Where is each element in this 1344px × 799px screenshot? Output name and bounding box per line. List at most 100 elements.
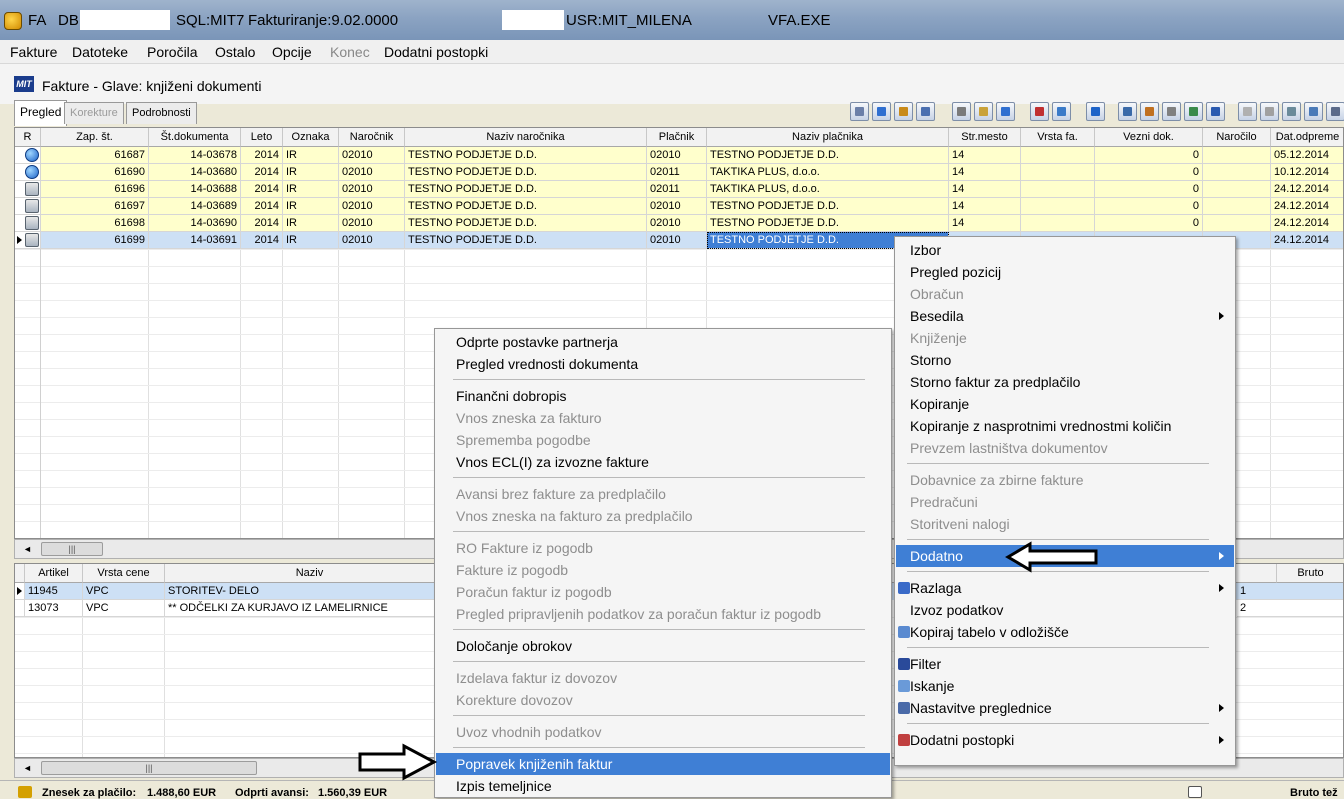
column-header[interactable]: Vrsta fa. <box>1021 128 1095 147</box>
menu-item-storitveni-nalogi[interactable]: Storitveni nalogi <box>896 513 1234 535</box>
transfer-icon[interactable] <box>1052 102 1071 121</box>
menu-item-predra-uni[interactable]: Predračuni <box>896 491 1234 513</box>
menu-item-pregled-vrednosti-dokumenta[interactable]: Pregled vrednosti dokumenta <box>436 353 890 375</box>
menu-item-filter[interactable]: Filter <box>896 653 1234 675</box>
menu-konec[interactable]: Konec <box>330 44 370 60</box>
scroll-left-icon[interactable]: ◄ <box>23 544 32 554</box>
menu-item-besedila[interactable]: Besedila <box>896 305 1234 327</box>
menu-item-uvoz-vhodnih-podatkov[interactable]: Uvoz vhodnih podatkov <box>436 721 890 743</box>
column-header[interactable] <box>15 564 25 583</box>
menu-item-dobavnice-za-zbirne-fakture[interactable]: Dobavnice za zbirne fakture <box>896 469 1234 491</box>
column-header[interactable]: Dat.odpreme <box>1271 128 1343 147</box>
menu-datoteke[interactable]: Datoteke <box>72 44 128 60</box>
columns-icon[interactable] <box>894 102 913 121</box>
column-header[interactable]: Naročnik <box>339 128 405 147</box>
blank-page-icon[interactable] <box>1238 102 1257 121</box>
menu-item-vnos-zneska-za-fakturo[interactable]: Vnos zneska za fakturo <box>436 407 890 429</box>
menu-dodatni-postopki[interactable]: Dodatni postopki <box>384 44 488 60</box>
column-header[interactable]: Str.mesto <box>949 128 1021 147</box>
ie-icon[interactable] <box>1086 102 1105 121</box>
folder-icon[interactable] <box>1260 102 1279 121</box>
menu-item-avansi-brez-fakture-za-predpla-ilo[interactable]: Avansi brez fakture za predplačilo <box>436 483 890 505</box>
column-header[interactable]: Oznaka <box>283 128 339 147</box>
column-header[interactable]: Naziv plačnika <box>707 128 949 147</box>
tab-korekture[interactable]: Korekture <box>64 102 124 124</box>
menu-item-finan-ni-dobropis[interactable]: Finančni dobropis <box>436 385 890 407</box>
table-row[interactable]: 61687 14-03678 2014 IR 02010 TESTNO PODJETJE … <box>15 147 1343 164</box>
menu-porocila[interactable]: Poročila <box>147 44 198 60</box>
column-header[interactable]: Zap. št. <box>41 128 149 147</box>
menu-item-vnos-ecl-i-za-izvozne-fakture[interactable]: Vnos ECL(I) za izvozne fakture <box>436 451 890 473</box>
column-header[interactable]: Leto <box>241 128 283 147</box>
scroll-thumb[interactable]: ||| <box>41 542 103 556</box>
menu-item-dolo-anje-obrokov[interactable]: Določanje obrokov <box>436 635 890 657</box>
refresh-icon[interactable] <box>872 102 891 121</box>
menu-item-odprte-postavke-partnerja[interactable]: Odprte postavke partnerja <box>436 331 890 353</box>
column-header[interactable]: Artikel <box>25 564 83 583</box>
column-header[interactable]: Št.dokumenta <box>149 128 241 147</box>
column-header[interactable]: Naročilo <box>1203 128 1271 147</box>
page-icon[interactable] <box>850 102 869 121</box>
menu-item-label: Izdelava faktur iz dovozov <box>456 670 618 686</box>
table-row[interactable]: 61696 14-03688 2014 IR 02010 TESTNO PODJETJE … <box>15 181 1343 198</box>
table-icon[interactable] <box>1140 102 1159 121</box>
list-icon[interactable] <box>916 102 935 121</box>
menu-item-dodatni-postopki[interactable]: Dodatni postopki <box>896 729 1234 751</box>
column-header[interactable]: Bruto <box>1277 564 1343 583</box>
app-icon[interactable] <box>4 12 22 30</box>
menu-item-prevzem-lastni-tva-dokumentov[interactable]: Prevzem lastništva dokumentov <box>896 437 1234 459</box>
menu-item-korekture-dovozov[interactable]: Korekture dovozov <box>436 689 890 711</box>
column-header[interactable]: Plačnik <box>647 128 707 147</box>
menu-item-knji-enje[interactable]: Knjiženje <box>896 327 1234 349</box>
tab-podrobnosti[interactable]: Podrobnosti <box>126 102 197 124</box>
menu-item-iskanje[interactable]: Iskanje <box>896 675 1234 697</box>
table-row[interactable]: 61697 14-03689 2014 IR 02010 TESTNO PODJETJE … <box>15 198 1343 215</box>
search-icon[interactable] <box>1304 102 1323 121</box>
column-header[interactable]: R <box>15 128 41 147</box>
column-header[interactable]: Naziv naročnika <box>405 128 647 147</box>
help-icon[interactable] <box>1206 102 1225 121</box>
menu-item-kopiranje[interactable]: Kopiranje <box>896 393 1234 415</box>
menu-item-nastavitve-preglednice[interactable]: Nastavitve preglednice <box>896 697 1234 719</box>
column-header[interactable]: Vrsta cene <box>83 564 165 583</box>
menu-ostalo[interactable]: Ostalo <box>215 44 255 60</box>
menu-item-kopiraj-tabelo-v-odlo-i-e[interactable]: Kopiraj tabelo v odložišče <box>896 621 1234 643</box>
menu-item-storno-faktur-za-predpla-ilo[interactable]: Storno faktur za predplačilo <box>896 371 1234 393</box>
window-icon[interactable] <box>1118 102 1137 121</box>
calculator-icon[interactable] <box>1326 102 1344 121</box>
menu-item-vnos-zneska-na-fakturo-za-predpla-ilo[interactable]: Vnos zneska na fakturo za predplačilo <box>436 505 890 527</box>
menu-item-pregled-pozicij[interactable]: Pregled pozicij <box>896 261 1234 283</box>
scroll-left-icon[interactable]: ◄ <box>23 763 32 773</box>
menu-item-sprememba-pogodbe[interactable]: Sprememba pogodbe <box>436 429 890 451</box>
menu-item-obra-un[interactable]: Obračun <box>896 283 1234 305</box>
print-icon[interactable] <box>1282 102 1301 121</box>
menu-item-popravek-knji-enih-faktur[interactable]: Popravek knjiženih faktur <box>436 753 890 775</box>
menu-item-izbor[interactable]: Izbor <box>896 239 1234 261</box>
menu-item-kopiranje-z-nasprotnimi-vrednostmi-koli-in[interactable]: Kopiranje z nasprotnimi vrednostmi količ… <box>896 415 1234 437</box>
attach-icon[interactable] <box>1162 102 1181 121</box>
menu-item-izdelava-faktur-iz-dovozov[interactable]: Izdelava faktur iz dovozov <box>436 667 890 689</box>
db-value-redacted <box>80 10 170 30</box>
menu-item-fakture-iz-pogodb[interactable]: Fakture iz pogodb <box>436 559 890 581</box>
scroll-thumb[interactable]: ||| <box>41 761 257 775</box>
table-cell: TAKTIKA PLUS, d.o.o. <box>707 181 949 198</box>
menu-item-ro-fakture-iz-pogodb[interactable]: RO Fakture iz pogodb <box>436 537 890 559</box>
table-row[interactable]: 61690 14-03680 2014 IR 02010 TESTNO PODJETJE … <box>15 164 1343 181</box>
tool-icon[interactable] <box>996 102 1015 121</box>
menu-item-pregled-pripravljenih-podatkov-za-pora-un-faktur-iz-pogodb[interactable]: Pregled pripravljenih podatkov za poraču… <box>436 603 890 625</box>
export-icon[interactable] <box>1184 102 1203 121</box>
pdf-icon[interactable] <box>1030 102 1049 121</box>
tab-pregled[interactable]: Pregled <box>14 100 68 126</box>
column-header[interactable]: Naziv <box>165 564 455 583</box>
menu-item-izpis-temeljnice[interactable]: Izpis temeljnice <box>436 775 890 797</box>
menu-fakture[interactable]: Fakture <box>10 44 57 60</box>
menu-item-razlaga[interactable]: Razlaga <box>896 577 1234 599</box>
copy-icon[interactable] <box>952 102 971 121</box>
menu-item-storno[interactable]: Storno <box>896 349 1234 371</box>
menu-opcije[interactable]: Opcije <box>272 44 312 60</box>
column-header[interactable]: Vezni dok. <box>1095 128 1203 147</box>
menu-item-izvoz-podatkov[interactable]: Izvoz podatkov <box>896 599 1234 621</box>
table-row[interactable]: 61698 14-03690 2014 IR 02010 TESTNO PODJETJE … <box>15 215 1343 232</box>
open-folder-icon[interactable] <box>974 102 993 121</box>
menu-item-pora-un-faktur-iz-pogodb[interactable]: Poračun faktur iz pogodb <box>436 581 890 603</box>
